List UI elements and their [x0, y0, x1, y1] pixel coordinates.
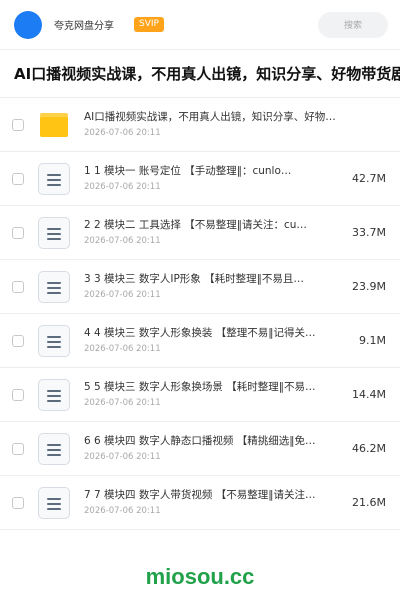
- document-icon: [38, 162, 70, 195]
- list-item-folder[interactable]: AI口播视频实战课，不用真人出镜，知识分享、好物带… 2026-07-06 20…: [0, 98, 400, 152]
- vip-badge: SVIP: [134, 17, 164, 32]
- document-icon: [38, 324, 70, 357]
- user-name: 夸克网盘分享: [54, 21, 114, 32]
- checkbox[interactable]: [12, 118, 24, 131]
- file-date: 2026-07-06 20:11: [84, 236, 161, 246]
- document-icon: [38, 216, 70, 249]
- file-date: 2026-07-06 20:11: [84, 290, 161, 300]
- list-item-file[interactable]: 4 4 模块三 数字人形象换装 【整理不易‖记得关… 2026-07-06 20…: [0, 314, 400, 368]
- file-date: 2026-07-06 20:11: [84, 452, 161, 462]
- file-size: 14.4M: [352, 388, 386, 401]
- file-name: 4 4 模块三 数字人形象换装 【整理不易‖记得关…: [84, 327, 316, 339]
- checkbox[interactable]: [12, 442, 24, 455]
- checkbox[interactable]: [12, 172, 24, 185]
- file-date: 2026-07-06 20:11: [84, 128, 161, 138]
- file-info: 2 2 模块二 工具选择 【不易整理‖请关注：cu… 2026-07-06 20…: [84, 218, 340, 247]
- file-info: 6 6 模块四 数字人静态口播视频 【精挑细选‖免… 2026-07-06 20…: [84, 434, 340, 463]
- file-info: 1 1 模块一 账号定位 【手动整理‖：cunlo… 2026-07-06 20…: [84, 164, 340, 193]
- checkbox[interactable]: [12, 226, 24, 239]
- file-size: 42.7M: [352, 172, 386, 185]
- document-icon: [38, 270, 70, 303]
- checkbox[interactable]: [12, 280, 24, 293]
- document-icon: [38, 378, 70, 411]
- checkbox[interactable]: [12, 388, 24, 401]
- checkbox[interactable]: [12, 496, 24, 509]
- file-size: 33.7M: [352, 226, 386, 239]
- header-bar: 夸克网盘分享 SVIP 搜索: [0, 0, 400, 50]
- file-name: 6 6 模块四 数字人静态口播视频 【精挑细选‖免…: [84, 435, 316, 447]
- file-date: 2026-07-06 20:11: [84, 398, 161, 408]
- search-input[interactable]: 搜索: [318, 11, 388, 38]
- watermark: miosou.cc: [145, 564, 255, 589]
- file-size: 9.1M: [359, 334, 386, 347]
- file-date: 2026-07-06 20:11: [84, 182, 161, 192]
- file-name: 5 5 模块三 数字人形象换场景 【耗时整理‖不易…: [84, 381, 316, 393]
- avatar[interactable]: [14, 10, 42, 39]
- list-item-file[interactable]: 3 3 模块三 数字人IP形象 【耗时整理‖不易且… 2026-07-06 20…: [0, 260, 400, 314]
- folder-icon: [38, 109, 70, 141]
- file-date: 2026-07-06 20:11: [84, 506, 161, 516]
- file-name: 3 3 模块三 数字人IP形象 【耗时整理‖不易且…: [84, 273, 304, 285]
- document-icon: [38, 486, 70, 519]
- file-size: 21.6M: [352, 496, 386, 509]
- file-name: 2 2 模块二 工具选择 【不易整理‖请关注：cu…: [84, 219, 307, 231]
- file-list: AI口播视频实战课，不用真人出镜，知识分享、好物带… 2026-07-06 20…: [0, 98, 400, 530]
- list-item-file[interactable]: 2 2 模块二 工具选择 【不易整理‖请关注：cu… 2026-07-06 20…: [0, 206, 400, 260]
- document-icon: [38, 432, 70, 465]
- list-item-file[interactable]: 7 7 模块四 数字人带货视频 【不易整理‖请关注… 2026-07-06 20…: [0, 476, 400, 530]
- file-date: 2026-07-06 20:11: [84, 344, 161, 354]
- file-info: 5 5 模块三 数字人形象换场景 【耗时整理‖不易… 2026-07-06 20…: [84, 380, 340, 409]
- file-name: 1 1 模块一 账号定位 【手动整理‖：cunlo…: [84, 165, 292, 177]
- search-placeholder: 搜索: [343, 21, 362, 31]
- file-info: 7 7 模块四 数字人带货视频 【不易整理‖请关注… 2026-07-06 20…: [84, 488, 340, 517]
- file-name: AI口播视频实战课，不用真人出镜，知识分享、好物带…: [84, 111, 340, 123]
- file-size: 46.2M: [352, 442, 386, 455]
- list-item-file[interactable]: 5 5 模块三 数字人形象换场景 【耗时整理‖不易… 2026-07-06 20…: [0, 368, 400, 422]
- file-name: 7 7 模块四 数字人带货视频 【不易整理‖请关注…: [84, 489, 316, 501]
- page-title: AI口播视频实战课，不用真人出镜，知识分享、好物带货剧: [14, 65, 400, 83]
- file-size: 23.9M: [352, 280, 386, 293]
- checkbox[interactable]: [12, 334, 24, 347]
- list-item-file[interactable]: 1 1 模块一 账号定位 【手动整理‖：cunlo… 2026-07-06 20…: [0, 152, 400, 206]
- file-info: 3 3 模块三 数字人IP形象 【耗时整理‖不易且… 2026-07-06 20…: [84, 272, 340, 301]
- list-item-file[interactable]: 6 6 模块四 数字人静态口播视频 【精挑细选‖免… 2026-07-06 20…: [0, 422, 400, 476]
- folder-title-bar: AI口播视频实战课，不用真人出镜，知识分享、好物带货剧: [0, 50, 400, 98]
- file-info: 4 4 模块三 数字人形象换装 【整理不易‖记得关… 2026-07-06 20…: [84, 326, 340, 355]
- file-info: AI口播视频实战课，不用真人出镜，知识分享、好物带… 2026-07-06 20…: [84, 110, 340, 139]
